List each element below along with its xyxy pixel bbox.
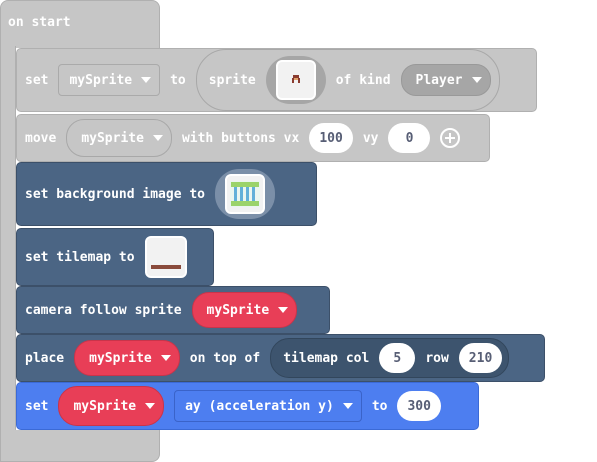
- chevron-down-icon: [342, 403, 353, 409]
- sprite-image-icon: [275, 60, 316, 100]
- to-label: to: [371, 398, 388, 414]
- move-with-buttons-block[interactable]: move mySprite with buttons vx 100 vy 0: [16, 114, 490, 162]
- chevron-down-icon: [145, 403, 156, 409]
- variable-dropdown[interactable]: mySprite: [74, 340, 180, 376]
- vx-input[interactable]: 100: [309, 123, 353, 153]
- on-start-label: on start: [8, 15, 71, 30]
- chevron-down-icon: [141, 77, 152, 83]
- variable-name: mySprite: [89, 350, 152, 366]
- property-dropdown[interactable]: ay (acceleration y): [174, 390, 362, 422]
- on-start-block-bottom: [0, 430, 160, 462]
- tilemap-label: set tilemap to: [25, 249, 135, 265]
- set-label: set: [25, 398, 49, 414]
- background-image-icon: [225, 174, 266, 214]
- chevron-down-icon: [160, 355, 171, 361]
- variable-dropdown[interactable]: mySprite: [191, 292, 298, 328]
- set-background-image-block[interactable]: set background image to: [16, 162, 317, 226]
- place-on-tilemap-block[interactable]: place mySprite on top of tilemap col 5 r…: [16, 334, 545, 382]
- kind-name: Player: [415, 72, 463, 88]
- variable-dropdown[interactable]: mySprite: [66, 119, 172, 157]
- sprite-label: sprite: [208, 72, 256, 88]
- on-top-of-label: on top of: [189, 350, 261, 366]
- on-start-block-spine: [0, 46, 16, 432]
- set-tilemap-block[interactable]: set tilemap to: [16, 228, 214, 286]
- set-sprite-block[interactable]: set mySprite to sprite of kind Player: [16, 48, 537, 112]
- value-input[interactable]: 300: [397, 391, 441, 421]
- row-label: row: [425, 350, 449, 366]
- chevron-down-icon: [471, 77, 482, 83]
- vy-label: vy: [362, 130, 379, 146]
- property-name: ay (acceleration y): [185, 398, 334, 414]
- background-label: set background image to: [25, 186, 206, 202]
- chevron-down-icon: [278, 307, 289, 313]
- tilemap-location-reporter[interactable]: tilemap col 5 row 210: [270, 338, 510, 378]
- variable-dropdown[interactable]: mySprite: [58, 386, 165, 426]
- kind-dropdown[interactable]: Player: [400, 64, 491, 96]
- row-input[interactable]: 210: [458, 343, 503, 373]
- sprite-image-picker[interactable]: [265, 56, 326, 104]
- move-label: move: [25, 130, 57, 146]
- camera-follow-sprite-block[interactable]: camera follow sprite mySprite: [16, 286, 330, 334]
- sprite-of-kind-reporter[interactable]: sprite of kind Player: [195, 49, 500, 111]
- with-buttons-label: with buttons vx: [181, 130, 300, 146]
- set-sprite-property-block[interactable]: set mySprite ay (acceleration y) to 300: [16, 382, 479, 430]
- col-input[interactable]: 5: [379, 343, 416, 373]
- variable-name: mySprite: [206, 302, 270, 318]
- chevron-down-icon: [152, 135, 163, 141]
- variable-name: mySprite: [73, 398, 137, 414]
- to-label: to: [170, 72, 186, 88]
- set-label: set: [25, 72, 49, 88]
- place-label: place: [25, 350, 65, 366]
- camera-label: camera follow sprite: [25, 302, 182, 318]
- variable-name: mySprite: [81, 130, 144, 146]
- add-parameter-plus-icon[interactable]: [440, 128, 461, 148]
- variable-name: mySprite: [69, 72, 133, 88]
- tilemap-image-icon[interactable]: [144, 236, 187, 278]
- background-image-picker[interactable]: [215, 169, 276, 219]
- tilemap-col-label: tilemap col: [283, 350, 370, 366]
- vy-input[interactable]: 0: [388, 123, 431, 153]
- variable-dropdown[interactable]: mySprite: [58, 64, 161, 96]
- of-kind-label: of kind: [335, 72, 391, 88]
